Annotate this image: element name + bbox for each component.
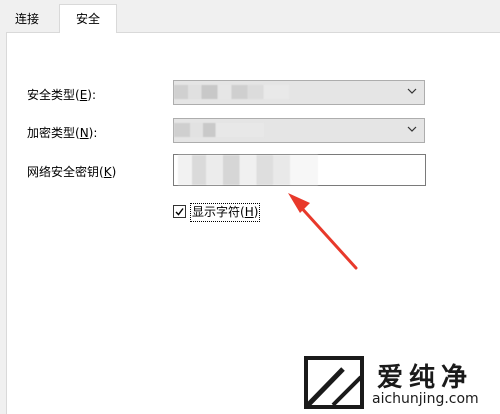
- watermark-title: 爱纯净: [377, 363, 474, 393]
- watermark-logo: [304, 356, 364, 409]
- tab-security[interactable]: 安全: [59, 4, 117, 33]
- red-arrow-annotation: [288, 193, 358, 270]
- watermark-url: aichunjing.com: [372, 391, 479, 407]
